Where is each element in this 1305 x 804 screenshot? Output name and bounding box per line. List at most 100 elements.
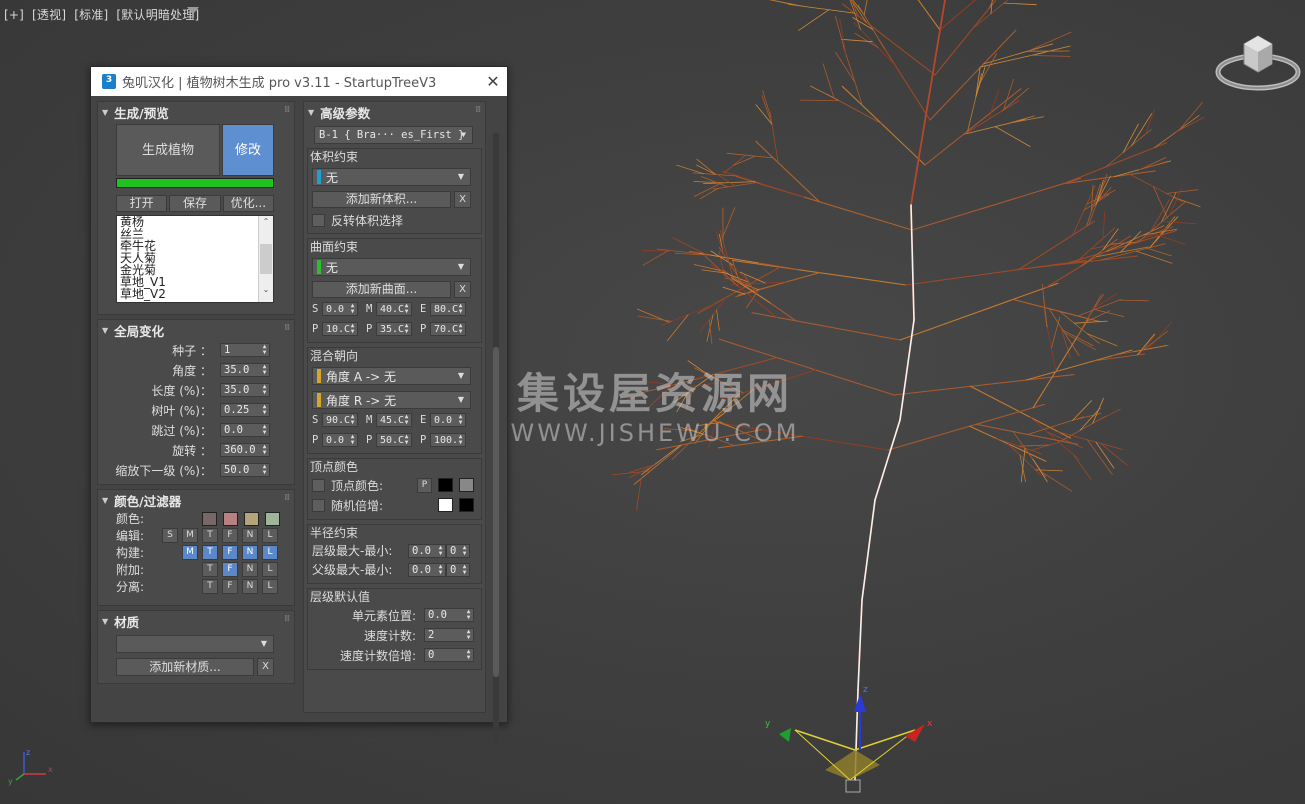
filter-toggle-f[interactable]: F bbox=[222, 562, 238, 577]
remove-material-button[interactable]: X bbox=[257, 658, 274, 676]
material-panel-header[interactable]: ▼ 材质 ⁞⁞ bbox=[98, 611, 294, 631]
filter-toggle-t[interactable]: T bbox=[202, 562, 218, 577]
spinner-arrows-icon[interactable]: ▲ ▼ bbox=[403, 303, 410, 315]
param-spinner[interactable]: 0.0 ▲ ▼ bbox=[322, 433, 358, 447]
default-row-spinner[interactable]: 0.0 ▲ ▼ bbox=[424, 608, 474, 622]
spinner-arrows-icon[interactable]: ▲ ▼ bbox=[457, 434, 464, 446]
spinner-arrows-icon[interactable]: ▲ ▼ bbox=[403, 434, 410, 446]
filter-toggle-f[interactable]: F bbox=[222, 545, 238, 560]
angle-a-dropdown[interactable]: 角度 A -> 无 ▼ bbox=[312, 367, 471, 385]
scroll-up-icon[interactable]: ⌃ bbox=[259, 216, 273, 228]
dialog-scrollbar[interactable] bbox=[493, 133, 499, 746]
filter-toggle-m[interactable]: M bbox=[182, 528, 198, 543]
global-row-spinner[interactable]: 360.0 ▲ ▼ bbox=[220, 443, 270, 457]
filter-toggle-s[interactable]: S bbox=[162, 528, 178, 543]
scroll-thumb[interactable] bbox=[493, 347, 499, 677]
preset-listbox[interactable]: 黄杨 丝兰 牵牛花 天人菊 金光菊 草地_V1 草地_V2 ⌃ ⌄ bbox=[116, 215, 274, 303]
add-material-button[interactable]: 添加新材质... bbox=[116, 658, 254, 676]
vertex-color-swatch-black[interactable] bbox=[438, 478, 453, 492]
param-spinner[interactable]: 90.C ▲ ▼ bbox=[322, 413, 358, 427]
parent-min-spinner[interactable]: 0 ▲ ▼ bbox=[446, 562, 470, 577]
spinner-arrows-icon[interactable]: ▲ ▼ bbox=[461, 564, 468, 576]
default-row-spinner[interactable]: 2 ▲ ▼ bbox=[424, 628, 474, 642]
scroll-down-icon[interactable]: ⌄ bbox=[259, 284, 273, 296]
global-row-spinner[interactable]: 0.25 ▲ ▼ bbox=[220, 403, 270, 417]
param-spinner[interactable]: 45.C ▲ ▼ bbox=[376, 413, 412, 427]
global-row-spinner[interactable]: 35.0 ▲ ▼ bbox=[220, 363, 270, 377]
volume-dropdown[interactable]: 无 ▼ bbox=[312, 168, 471, 186]
remove-surface-button[interactable]: X bbox=[454, 281, 471, 298]
global-row-spinner[interactable]: 35.0 ▲ ▼ bbox=[220, 383, 270, 397]
filter-toggle-n[interactable]: N bbox=[242, 562, 258, 577]
spinner-arrows-icon[interactable]: ▲ ▼ bbox=[349, 323, 356, 335]
material-dropdown[interactable]: ▼ bbox=[116, 635, 274, 653]
filter-toggle-l[interactable]: L bbox=[262, 579, 278, 594]
param-spinner[interactable]: 0.0 ▲ ▼ bbox=[430, 413, 466, 427]
spinner-arrows-icon[interactable]: ▲ ▼ bbox=[403, 414, 410, 426]
advanced-panel-header[interactable]: ▼ 高级参数 ⁞⁞ bbox=[304, 102, 485, 122]
color-panel-header[interactable]: ▼ 颜色/过滤器 ⁞⁞ bbox=[98, 490, 294, 510]
grip-icon[interactable]: ⁞⁞ bbox=[284, 614, 290, 624]
modify-button[interactable]: 修改 bbox=[222, 124, 274, 176]
filter-toggle-n[interactable]: N bbox=[242, 579, 258, 594]
viewport-menu-standard[interactable]: [标准] bbox=[74, 8, 108, 22]
vertex-p-button[interactable]: P bbox=[417, 477, 432, 493]
filter-toggle-l[interactable]: L bbox=[262, 545, 278, 560]
spinner-arrows-icon[interactable]: ▲ ▼ bbox=[465, 629, 472, 641]
global-row-spinner[interactable]: 0.0 ▲ ▼ bbox=[220, 423, 270, 437]
filter-toggle-f[interactable]: F bbox=[222, 579, 238, 594]
spinner-arrows-icon[interactable]: ▲ ▼ bbox=[403, 323, 410, 335]
filter-toggle-n[interactable]: N bbox=[242, 528, 258, 543]
param-spinner[interactable]: 50.C ▲ ▼ bbox=[376, 433, 412, 447]
spinner-arrows-icon[interactable]: ▲ ▼ bbox=[261, 384, 268, 396]
angle-r-dropdown[interactable]: 角度 R -> 无 ▼ bbox=[312, 391, 471, 409]
random-color-swatch-white[interactable] bbox=[438, 498, 453, 512]
param-spinner[interactable]: 70.C ▲ ▼ bbox=[430, 322, 466, 336]
vertex-color-swatch-gray[interactable] bbox=[459, 478, 474, 492]
random-color-swatch-black[interactable] bbox=[459, 498, 474, 512]
spinner-arrows-icon[interactable]: ▲ ▼ bbox=[261, 344, 268, 356]
vertex-color-checkbox[interactable] bbox=[312, 478, 325, 492]
branch-dropdown[interactable]: B-1 { Bra··· es_First } ▼ bbox=[314, 126, 473, 144]
close-button[interactable]: ✕ bbox=[479, 72, 507, 91]
viewcube-icon[interactable] bbox=[1214, 30, 1302, 98]
spinner-arrows-icon[interactable]: ▲ ▼ bbox=[457, 414, 464, 426]
color-swatch-1[interactable] bbox=[202, 511, 217, 526]
filter-toggle-t[interactable]: T bbox=[202, 545, 218, 560]
global-row-spinner[interactable]: 50.0 ▲ ▼ bbox=[220, 463, 270, 477]
grip-icon[interactable]: ⁞⁞ bbox=[284, 105, 290, 115]
spinner-arrows-icon[interactable]: ▲ ▼ bbox=[461, 545, 468, 557]
spinner-arrows-icon[interactable]: ▲ ▼ bbox=[457, 323, 464, 335]
transform-gizmo[interactable]: z y x bbox=[755, 680, 945, 800]
add-volume-button[interactable]: 添加新体积... bbox=[312, 191, 451, 208]
spinner-arrows-icon[interactable]: ▲ ▼ bbox=[349, 434, 356, 446]
filter-toggle-m[interactable]: M bbox=[182, 545, 198, 560]
default-row-spinner[interactable]: 0 ▲ ▼ bbox=[424, 648, 474, 662]
grip-icon[interactable]: ⁞⁞ bbox=[284, 493, 290, 503]
filter-toggle-t[interactable]: T bbox=[202, 579, 218, 594]
global-row-spinner[interactable]: 1 ▲ ▼ bbox=[220, 343, 270, 357]
spinner-arrows-icon[interactable]: ▲ ▼ bbox=[261, 444, 268, 456]
spinner-arrows-icon[interactable]: ▲ ▼ bbox=[465, 609, 472, 621]
spinner-arrows-icon[interactable]: ▲ ▼ bbox=[349, 303, 356, 315]
save-button[interactable]: 保存 bbox=[169, 195, 221, 212]
param-spinner[interactable]: 80.C ▲ ▼ bbox=[430, 302, 466, 316]
param-spinner[interactable]: 40.C ▲ ▼ bbox=[376, 302, 412, 316]
param-spinner[interactable]: 10.C ▲ ▼ bbox=[322, 322, 358, 336]
spinner-arrows-icon[interactable]: ▲ ▼ bbox=[437, 545, 444, 557]
filter-toggle-l[interactable]: L bbox=[262, 528, 278, 543]
surface-dropdown[interactable]: 无 ▼ bbox=[312, 258, 471, 276]
listbox-scrollbar[interactable]: ⌃ ⌄ bbox=[258, 216, 273, 302]
optimize-button[interactable]: 优化... bbox=[222, 195, 274, 212]
param-spinner[interactable]: 35.C ▲ ▼ bbox=[376, 322, 412, 336]
listbox-scroll-thumb[interactable] bbox=[260, 244, 272, 274]
viewport-menu-plus[interactable]: [+] bbox=[4, 8, 24, 22]
generate-panel-header[interactable]: ▼ 生成/预览 ⁞⁞ bbox=[98, 102, 294, 122]
remove-volume-button[interactable]: X bbox=[454, 191, 471, 208]
spinner-arrows-icon[interactable]: ▲ ▼ bbox=[261, 464, 268, 476]
param-spinner[interactable]: 0.0 ▲ ▼ bbox=[322, 302, 358, 316]
color-swatch-3[interactable] bbox=[244, 511, 259, 526]
grip-icon[interactable]: ⁞⁞ bbox=[284, 323, 290, 333]
filter-toggle-f[interactable]: F bbox=[222, 528, 238, 543]
global-panel-header[interactable]: ▼ 全局变化 ⁞⁞ bbox=[98, 320, 294, 340]
